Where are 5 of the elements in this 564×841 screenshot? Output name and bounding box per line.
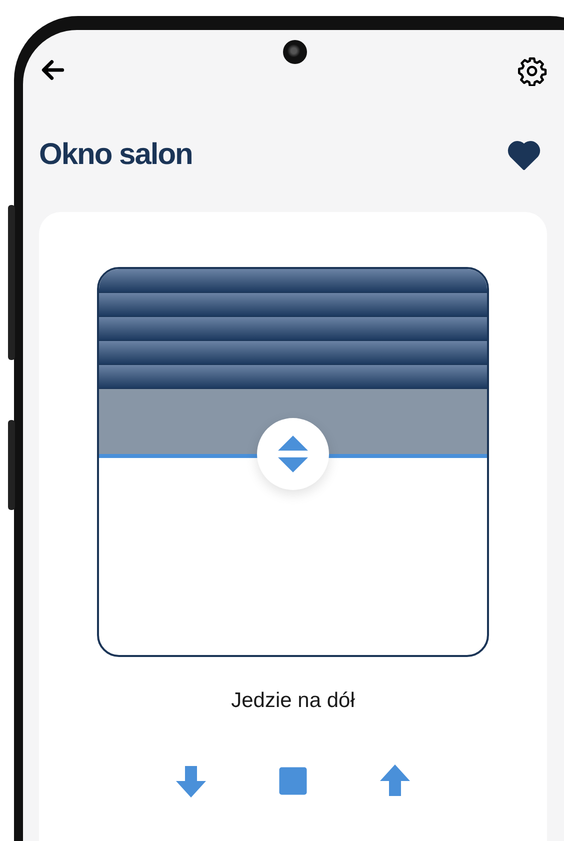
camera-dot-icon xyxy=(283,40,307,64)
settings-icon[interactable] xyxy=(517,56,547,86)
status-text: Jedzie na dół xyxy=(231,689,355,713)
page-title: Okno salon xyxy=(39,138,192,172)
heart-icon[interactable] xyxy=(507,140,541,170)
